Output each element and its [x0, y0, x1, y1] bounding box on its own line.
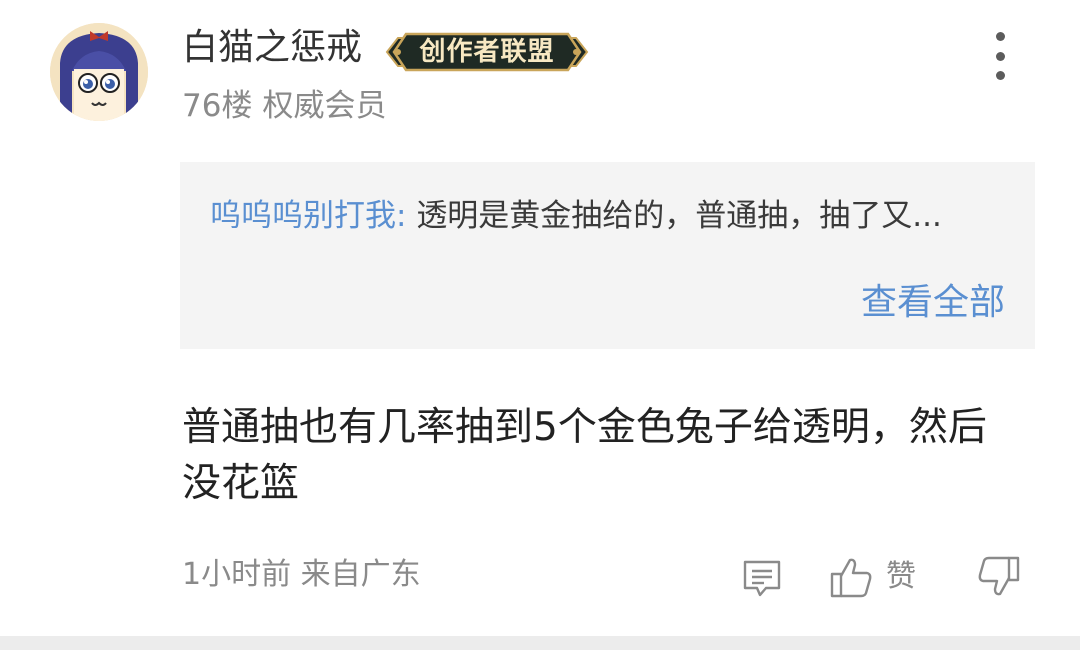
- member-level: 权威会员: [262, 88, 387, 124]
- quoted-reply[interactable]: 呜呜呜别打我: 透明是黄金抽给的，普通抽，抽了又... 查看全部: [180, 162, 1035, 349]
- more-vertical-icon[interactable]: [982, 32, 1018, 80]
- floor-number: 76楼: [182, 88, 253, 124]
- creator-alliance-badge[interactable]: 创作者联盟: [384, 30, 590, 74]
- comment-time: 1小时前: [182, 557, 292, 592]
- badge-label: 创作者联盟: [419, 37, 555, 67]
- comment-body: 普通抽也有几率抽到5个金色兔子给透明，然后没花篮: [182, 405, 987, 506]
- username[interactable]: 白猫之惩戒: [182, 26, 362, 70]
- comment-icon-svg: [743, 560, 781, 597]
- view-all-link[interactable]: 查看全部: [861, 280, 1005, 326]
- comment-location: 来自广东: [300, 557, 421, 592]
- thumbs-up-icon: [830, 558, 872, 598]
- quote-author[interactable]: 呜呜呜别打我:: [210, 198, 406, 234]
- comment-time-location: 1小时前 来自广东: [182, 555, 421, 595]
- comment-icon[interactable]: [740, 556, 784, 600]
- thumbs-down-icon-svg: [978, 556, 1020, 596]
- quote-line: 呜呜呜别打我: 透明是黄金抽给的，普通抽，抽了又...: [210, 196, 942, 236]
- more-dot: [995, 32, 1005, 41]
- avatar[interactable]: [50, 23, 148, 121]
- bottom-divider: [0, 636, 1080, 650]
- quote-text: 透明是黄金抽给的，普通抽，抽了又...: [416, 198, 942, 234]
- more-dot: [995, 71, 1005, 80]
- like-label: 赞: [886, 559, 916, 594]
- floor-meta: 76楼 权威会员: [182, 86, 386, 126]
- more-dot: [995, 51, 1005, 61]
- anime-girl-avatar-icon: [50, 23, 148, 121]
- thumbs-down-icon[interactable]: [976, 554, 1022, 600]
- like-button[interactable]: 赞: [828, 554, 916, 600]
